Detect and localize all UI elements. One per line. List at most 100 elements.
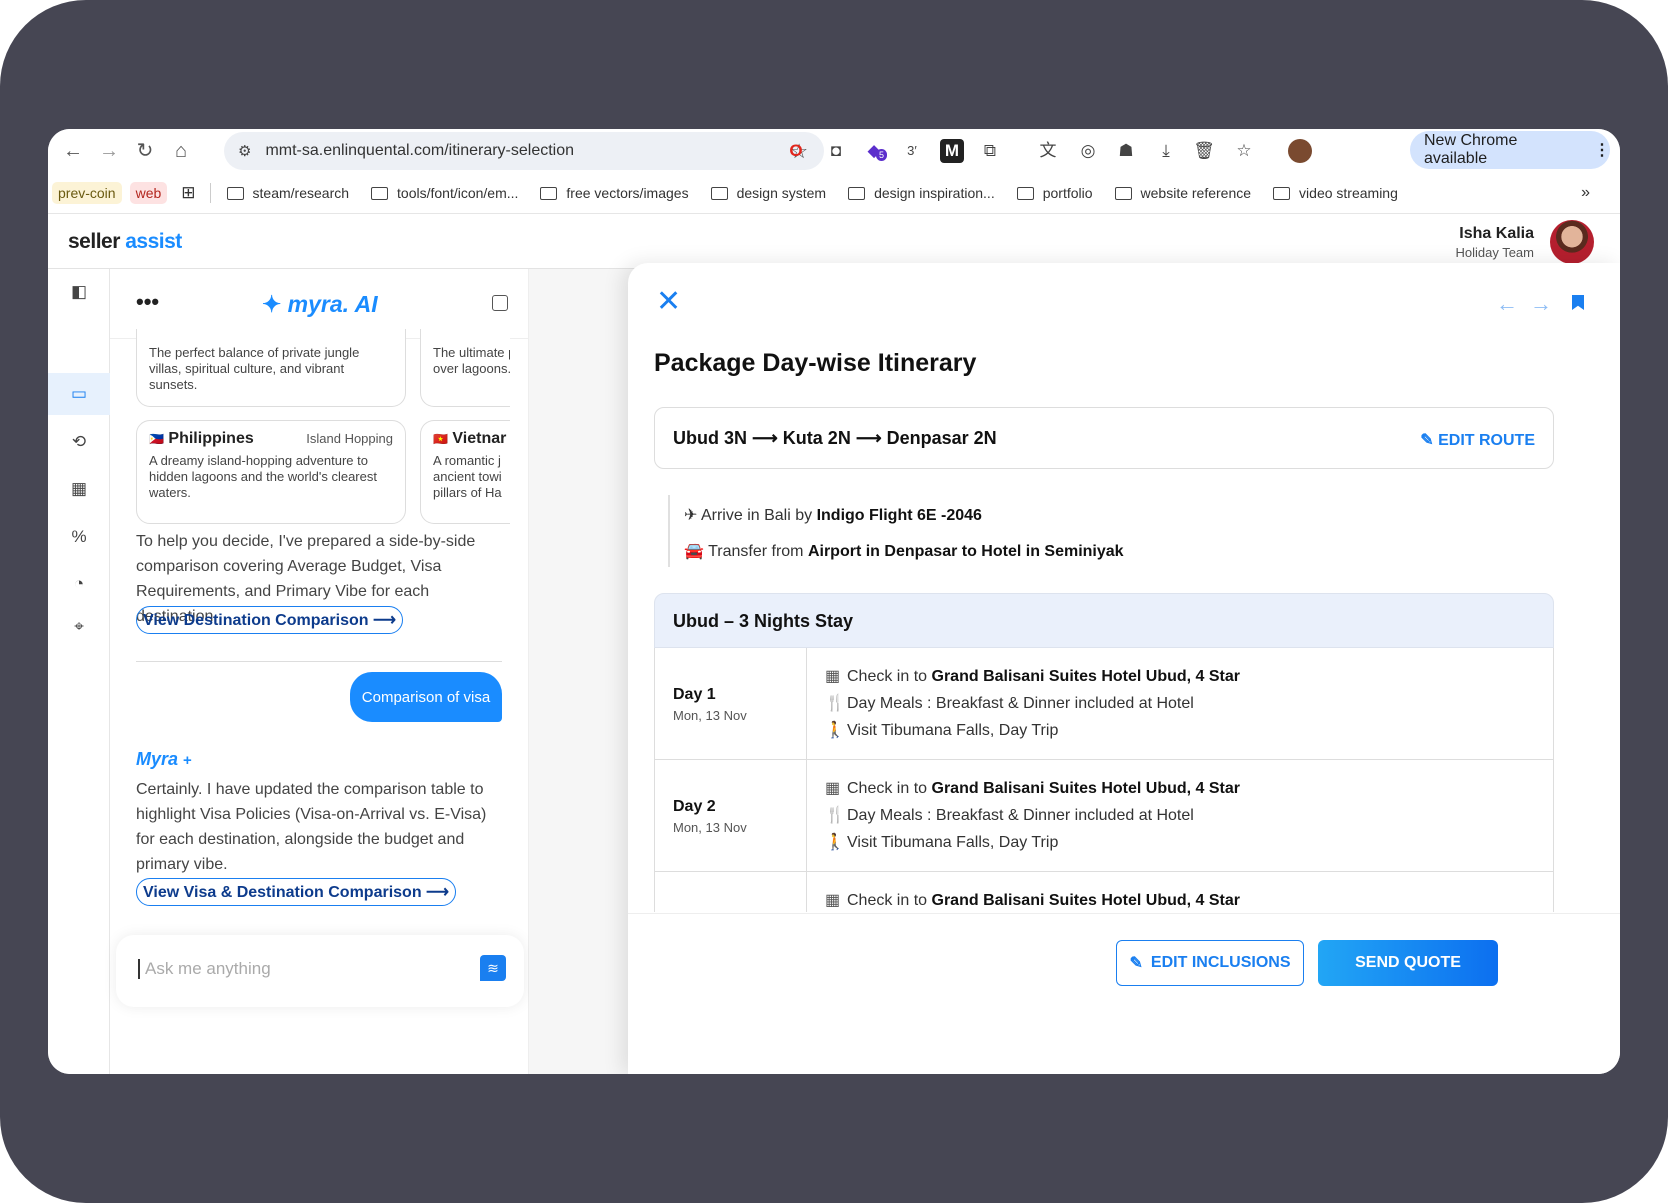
menu-kebab-icon[interactable]: ⋮ <box>1594 140 1610 160</box>
cutlery-icon: 🍴 <box>825 807 845 824</box>
discount-icon[interactable]: % <box>48 516 110 558</box>
view-destination-comparison-link[interactable]: View Destination Comparison ⟶ <box>136 606 403 634</box>
back-icon[interactable]: ← <box>62 140 84 162</box>
more-bookmarks-icon[interactable]: » <box>1581 184 1590 202</box>
hotel-icon: ▦ <box>825 892 841 909</box>
bookmark-folder[interactable]: video streaming <box>1273 185 1398 201</box>
close-icon[interactable]: ✕ <box>656 287 681 317</box>
visit-text: Visit Tibumana Falls, Day Trip <box>847 722 1059 739</box>
chat-icon[interactable]: ▭ <box>48 373 110 415</box>
browser-window: ← → ↻ ⌂ ⚙ mmt-sa.enlinquental.com/itiner… <box>48 129 1620 1074</box>
new-chrome-button[interactable]: New Chrome available ⋮ <box>1410 131 1610 169</box>
folder-icon <box>1016 186 1034 200</box>
edit-inclusions-button[interactable]: ✎ EDIT INCLUSIONS <box>1116 940 1304 986</box>
activity-meals: 🍴 Day Meals : Breakfast & Dinner included… <box>825 693 1194 713</box>
calendar-icon[interactable]: ▦ <box>48 468 110 510</box>
folder-icon <box>1273 186 1291 200</box>
day-date: Mon, 13 Nov <box>673 708 747 723</box>
chat-input-box[interactable]: Ask me anything ≋ <box>116 935 524 1007</box>
user-info: Isha Kalia Holiday Team <box>1455 225 1534 260</box>
history-icon[interactable]: ⟲ <box>48 421 110 463</box>
bookmark-folder[interactable]: free vectors/images <box>540 185 689 201</box>
day-cell: Day 2 Mon, 13 Nov <box>655 760 807 871</box>
plus-sparkle-icon: + <box>183 752 192 769</box>
user-message: Comparison of visa <box>350 672 502 722</box>
next-arrow-icon[interactable]: → <box>1530 291 1564 316</box>
voice-icon[interactable]: ≋ <box>480 955 506 981</box>
bookmark-folder[interactable]: steam/research <box>226 185 350 201</box>
checkin-text: Check in to <box>847 668 928 685</box>
checkin-text: Check in to <box>847 892 928 909</box>
bookmark-folder[interactable]: tools/font/icon/em... <box>371 185 518 201</box>
app-header: seller assist Isha Kalia Holiday Team <box>48 213 1620 269</box>
bookmark-folder-label: video streaming <box>1299 185 1398 201</box>
lens-icon[interactable]: ◎ <box>1076 139 1100 163</box>
timeline-line <box>668 495 670 567</box>
bookmark-folder[interactable]: website reference <box>1114 185 1251 201</box>
destination-card-philippines[interactable]: 🇵🇭 Philippines Island Hopping A dreamy is… <box>136 420 406 524</box>
translate-icon[interactable]: 文 <box>1036 139 1060 163</box>
forward-icon[interactable]: → <box>98 140 120 162</box>
route-box: Ubud 3N ⟶ Kuta 2N ⟶ Denpasar 2N ✎ EDIT R… <box>654 407 1554 469</box>
location-pin-icon[interactable]: ⌖ <box>48 606 110 648</box>
prev-arrow-icon[interactable]: ← <box>1496 291 1530 316</box>
bookmark-folder[interactable]: portfolio <box>1016 185 1093 201</box>
destination-card-vietnam[interactable]: 🇻🇳 Vietnar A romantic j ancient towi pil… <box>420 420 510 524</box>
medium-icon[interactable]: M <box>940 139 964 163</box>
folder-icon <box>371 186 389 200</box>
send-quote-button[interactable]: SEND QUOTE <box>1318 940 1498 986</box>
hotel-name: Grand Balisani Suites Hotel Ubud, 4 Star <box>931 892 1241 909</box>
edit-route-button[interactable]: ✎ EDIT ROUTE <box>1420 430 1535 450</box>
checkin-text: Check in to <box>847 780 928 797</box>
new-chrome-label: New Chrome available <box>1424 132 1518 167</box>
nav-arrows: ←→ <box>1496 291 1564 317</box>
arrival-row: ✈ Arrive in Bali by Indigo Flight 6E -20… <box>684 505 982 525</box>
activity-meals: 🍴 Day Meals : Breakfast & Dinner included… <box>825 805 1194 825</box>
opera-icon[interactable]: O <box>784 139 808 163</box>
folder-icon <box>1114 186 1132 200</box>
profile-avatar-icon[interactable] <box>1288 139 1312 163</box>
hotel-name: Grand Balisani Suites Hotel Ubud, 4 Star <box>931 668 1241 685</box>
favorites-icon[interactable]: ☆ <box>1232 139 1256 163</box>
more-options-icon[interactable]: ••• <box>136 289 159 315</box>
download-icon[interactable]: ⤓ <box>1154 139 1178 163</box>
folder-icon <box>226 186 244 200</box>
page-title: Package Day-wise Itinerary <box>654 349 977 377</box>
activity-checkin: ▦ Check in to Grand Balisani Suites Hotel… <box>825 890 1240 910</box>
timer-icon[interactable]: ◔ <box>48 563 110 605</box>
site-settings-icon[interactable]: ⚙ <box>238 142 251 160</box>
puzzle-icon[interactable]: ⧉ <box>978 139 1002 163</box>
table-row: ▦ Check in to Grand Balisani Suites Hotel… <box>655 872 1553 912</box>
extension-badge-icon[interactable]: ◆ 5 <box>862 139 888 163</box>
bookmark-chip-prev-coin[interactable]: prev-coin <box>52 182 122 204</box>
chat-panel: ••• ✦ myra. AI The perfect balance of pr… <box>110 269 529 1074</box>
url-text: mmt-sa.enlinquental.com/itinerary-select… <box>265 142 575 159</box>
app-logo[interactable]: seller assist <box>68 230 182 254</box>
home-icon[interactable]: ⌂ <box>170 140 192 162</box>
trash-icon[interactable]: 🗑 <box>1192 139 1216 163</box>
bookmark-folder[interactable]: design system <box>710 185 826 201</box>
card-desc: A dreamy island-hopping adventure to hid… <box>149 453 377 500</box>
hotel-name: Grand Balisani Suites Hotel Ubud, 4 Star <box>931 780 1241 797</box>
activity-visit: 🚶 Visit Tibumana Falls, Day Trip <box>825 832 1058 852</box>
avatar[interactable] <box>1550 220 1594 264</box>
address-bar[interactable]: ⚙ mmt-sa.enlinquental.com/itinerary-sele… <box>224 132 824 170</box>
user-team: Holiday Team <box>1455 245 1534 260</box>
bookmark-folder[interactable]: design inspiration... <box>848 185 995 201</box>
visit-text: Visit Tibumana Falls, Day Trip <box>847 834 1059 851</box>
view-visa-comparison-link[interactable]: View Visa & Destination Comparison ⟶ <box>136 878 456 906</box>
sidebar-toggle-icon[interactable]: ◧ <box>48 271 110 313</box>
bookmark-chip-web[interactable]: web <box>129 182 168 204</box>
collapse-panel-icon[interactable] <box>492 295 508 311</box>
destination-card[interactable]: The ultimate private over lagoons. <box>420 329 510 407</box>
reload-icon[interactable]: ↻ <box>134 140 156 162</box>
bookmark-icon[interactable] <box>1572 295 1584 310</box>
bookmark-folder-label: steam/research <box>252 185 350 201</box>
incognito-icon[interactable]: ☗ <box>1114 139 1138 163</box>
camera-icon[interactable]: ◘ <box>824 139 848 163</box>
extension-counter[interactable]: 3′ <box>900 139 924 163</box>
apps-grid-icon[interactable]: ⊞ <box>181 183 195 203</box>
table-row: Day 1 Mon, 13 Nov ▦ Check in to Grand Bal… <box>655 648 1553 760</box>
chat-input[interactable]: Ask me anything <box>138 959 271 979</box>
destination-card[interactable]: The perfect balance of private jungle vi… <box>136 329 406 407</box>
